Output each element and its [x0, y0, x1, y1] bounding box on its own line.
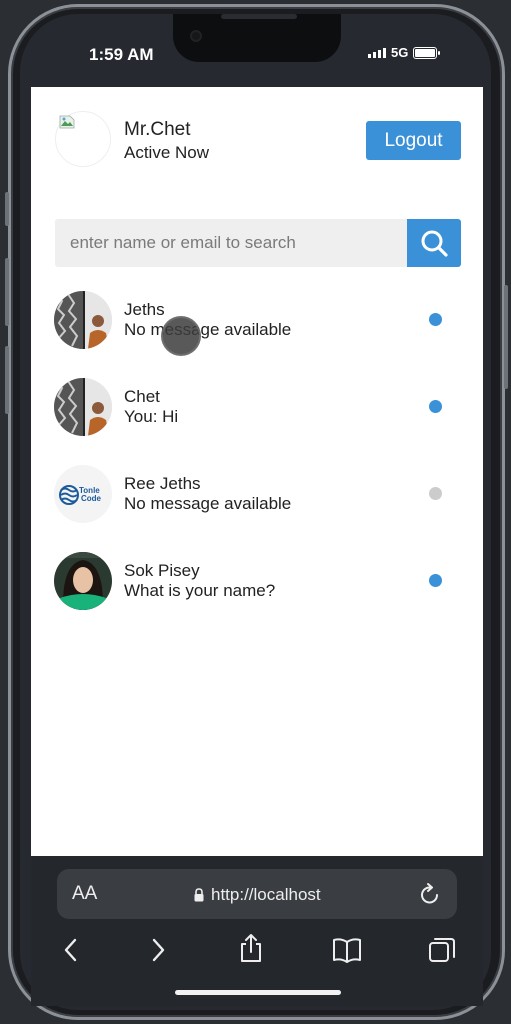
forward-icon[interactable] [148, 936, 168, 964]
browser-nav [31, 934, 483, 972]
signal-icon [368, 47, 386, 58]
status-indicators: 5G [368, 45, 441, 60]
logo-text-code: Code [81, 494, 102, 503]
logout-button[interactable]: Logout [366, 121, 461, 160]
offline-status-dot [429, 487, 442, 500]
online-status-dot [429, 574, 442, 587]
share-icon[interactable] [238, 932, 264, 964]
contact-name: Chet [124, 387, 160, 406]
front-camera [190, 30, 202, 42]
search-input[interactable] [55, 219, 407, 267]
contact-item[interactable]: Jeths No message available [31, 283, 483, 370]
tonle-code-logo: Tonle Code [54, 465, 112, 523]
contact-last-message: No message available [124, 494, 292, 513]
user-name: Mr.Chet [124, 119, 191, 140]
back-icon[interactable] [61, 936, 81, 964]
contact-name: Jeths [124, 300, 165, 319]
lock-icon [194, 888, 204, 902]
text-size-button[interactable]: AA [72, 883, 97, 905]
contact-avatar: Tonle Code [54, 465, 112, 523]
contact-item[interactable]: Chet You: Hi [31, 370, 483, 457]
app-header: Mr.Chet Active Now Logout [55, 111, 461, 167]
chat-app: Mr.Chet Active Now Logout enter name or … [31, 87, 483, 856]
user-avatar [55, 111, 111, 167]
touch-pointer [161, 316, 201, 356]
online-status-dot [429, 400, 442, 413]
tabs-icon[interactable] [427, 936, 457, 964]
contact-last-message: What is your name? [124, 581, 276, 600]
reload-icon[interactable] [419, 882, 441, 906]
url-display[interactable]: http://localhost [193, 885, 321, 905]
contact-last-message: You: Hi [124, 407, 179, 426]
battery-icon [413, 46, 441, 59]
speaker-grill [221, 14, 297, 19]
contact-avatar [54, 291, 112, 349]
contact-name: Ree Jeths [124, 474, 201, 493]
contact-avatar [54, 552, 112, 610]
online-status-dot [429, 313, 442, 326]
safari-toolbar: AA http://localhost [31, 856, 483, 1006]
contact-item[interactable]: Tonle Code Ree Jeths No message availabl… [31, 457, 483, 544]
status-time: 1:59 AM [89, 45, 154, 64]
home-indicator [175, 990, 341, 995]
search-icon [421, 230, 448, 257]
url-text: http://localhost [211, 885, 321, 904]
user-status: Active Now [124, 143, 210, 162]
volume-down-button [5, 346, 9, 414]
search-bar [55, 219, 461, 267]
search-button[interactable] [407, 219, 461, 267]
volume-up-button [5, 258, 9, 326]
contact-avatar [54, 378, 112, 436]
broken-image-icon [59, 115, 75, 129]
address-bar[interactable]: AA http://localhost [57, 869, 457, 919]
contact-list: Jeths No message available Chet You: Hi [31, 283, 483, 631]
contact-item[interactable]: Sok Pisey What is your name? [31, 544, 483, 631]
power-button [504, 285, 508, 389]
contact-last-message: No message available [124, 320, 292, 339]
mute-switch [5, 192, 9, 226]
bookmarks-icon[interactable] [331, 936, 363, 964]
contact-name: Sok Pisey [124, 561, 200, 580]
network-label: 5G [391, 45, 409, 60]
